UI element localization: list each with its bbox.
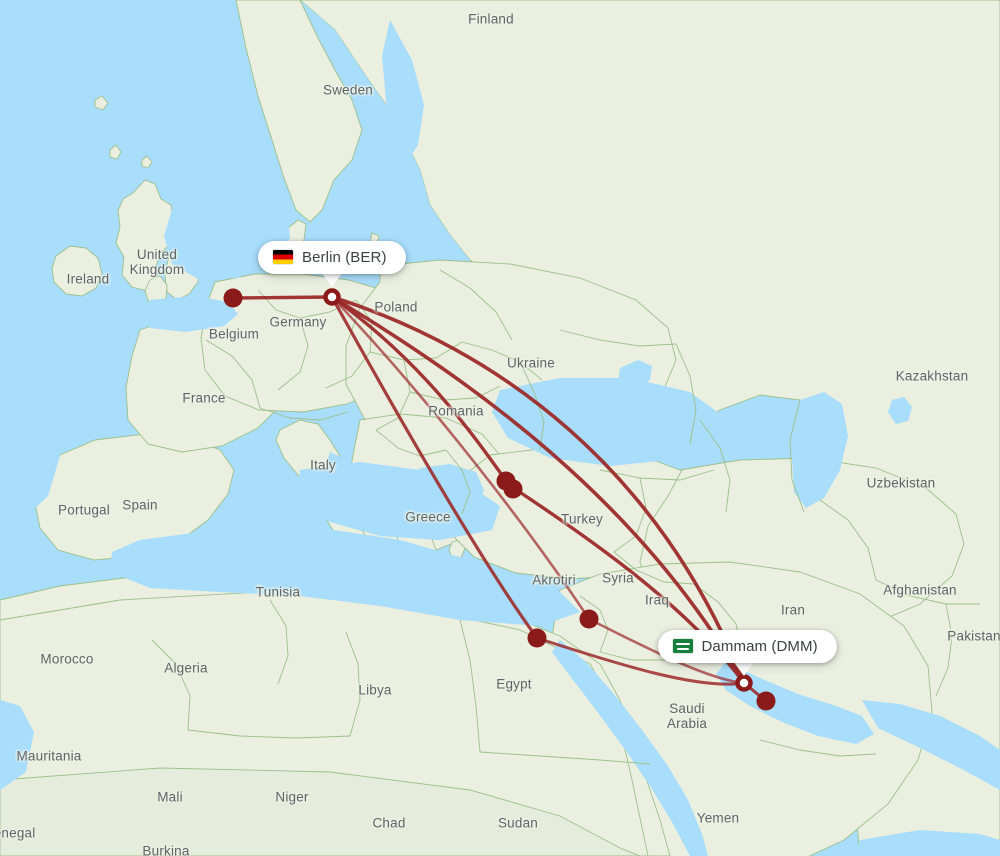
destination-airport-callout[interactable]: Dammam (DMM) — [657, 629, 837, 663]
destination-airport-label: Dammam (DMM) — [701, 637, 818, 655]
de-flag-icon — [273, 250, 293, 264]
sa-flag-icon — [672, 639, 693, 653]
flight-route-map[interactable]: .land{fill:#eaefe0;stroke:#9dc08b;stroke… — [0, 0, 1000, 856]
origin-callout-tail — [321, 271, 343, 287]
origin-hub-marker[interactable] — [323, 288, 341, 306]
flight-route-line — [330, 295, 539, 640]
waypoint-marker[interactable] — [579, 609, 599, 629]
flight-route-line — [330, 295, 591, 621]
waypoint-marker[interactable] — [756, 691, 776, 711]
flight-routes-layer — [223, 288, 776, 711]
destination-hub-marker[interactable] — [735, 674, 753, 692]
destination-callout-tail — [733, 660, 755, 676]
flight-route-line — [330, 295, 746, 685]
waypoint-marker[interactable] — [503, 479, 523, 499]
origin-airport-callout[interactable]: Berlin (BER) — [258, 240, 406, 274]
flight-route-line — [330, 295, 746, 685]
waypoint-marker[interactable] — [527, 628, 547, 648]
waypoint-marker[interactable] — [223, 288, 243, 308]
origin-airport-label: Berlin (BER) — [302, 248, 387, 266]
flight-route-line — [231, 295, 334, 300]
